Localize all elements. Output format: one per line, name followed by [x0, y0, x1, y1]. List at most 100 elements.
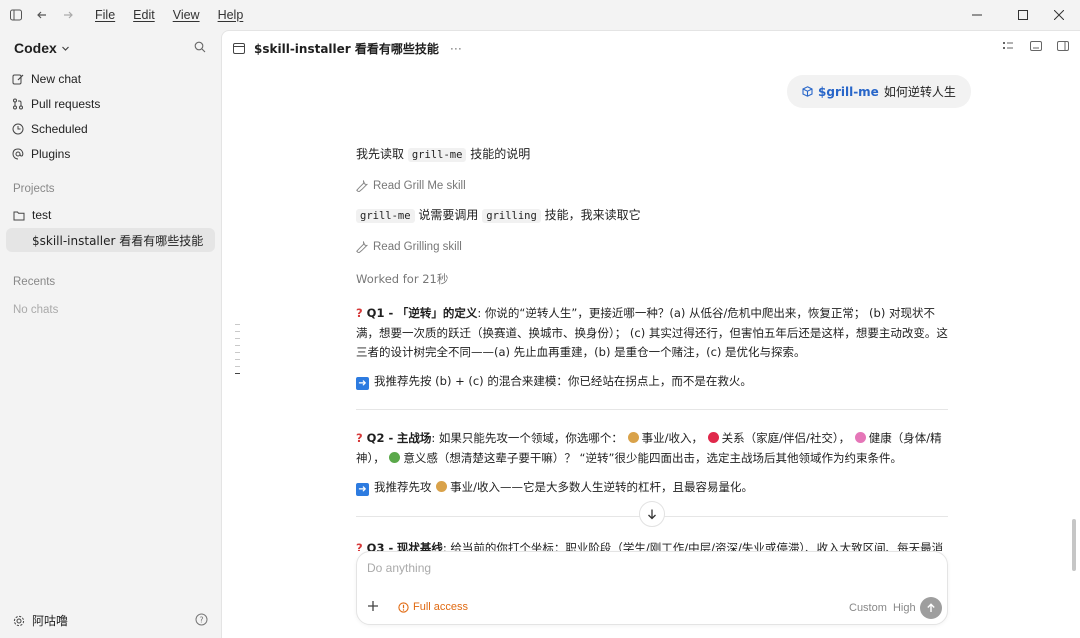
composer: Full access Custom High: [356, 551, 948, 625]
user-message-bubble: $grill-me 如何逆转人生: [787, 75, 971, 108]
recents-empty-text: No chats: [13, 304, 59, 316]
recommendation-text: 我推荐先按 (b) + (c) 的混合来建模：你已经站在拐点上，而不是在救火。: [374, 374, 752, 388]
list-view-icon[interactable]: [1002, 40, 1014, 55]
message-text: 我先读取: [356, 147, 405, 161]
message-text: 说需要调用: [418, 208, 479, 222]
plus-icon: [368, 601, 378, 611]
recommendation-text: 我推荐先攻: [374, 480, 432, 494]
chat-window-icon: [233, 42, 245, 54]
conversation-minimap[interactable]: [235, 324, 241, 380]
help-icon[interactable]: ?: [195, 613, 208, 629]
divider: [356, 409, 948, 410]
warning-circle-icon: [398, 601, 409, 613]
sidebar-item-label: Pull requests: [31, 97, 101, 111]
tool-call-read-grill-me[interactable]: Read Grill Me skill: [356, 180, 466, 192]
option-text: 关系（家庭/伴侣/社交），: [721, 431, 851, 445]
right-arrow-icon: ➜: [356, 377, 369, 390]
menu-edit[interactable]: Edit: [124, 8, 164, 22]
edit-icon: [12, 74, 24, 85]
message-text: 技能的说明: [470, 147, 531, 161]
search-icon[interactable]: [194, 41, 206, 56]
question-body: : 给当前的你打个坐标：职业阶段（学生/刚工作/中层/资深/失业或停滞）、收入大…: [442, 541, 944, 551]
folder-icon: [13, 211, 25, 220]
question-mark-icon: ?: [356, 306, 363, 320]
money-bag-icon: [436, 481, 448, 492]
right-arrow-icon: ➜: [356, 483, 369, 496]
tool-call-label: Read Grilling skill: [373, 241, 462, 253]
thread-header: $skill-installer 看看有哪些技能 ···: [222, 31, 1080, 65]
question-body: : 如果只能先攻一个领域，你选哪个：: [431, 431, 623, 445]
sidebar-item-label: New chat: [31, 72, 82, 86]
skill-cube-icon: [802, 86, 813, 97]
option-text: 意义感（想清楚这辈子要干嘛）？ “逆转”很少能四面出击，选定主战场后其他领域作为…: [403, 450, 902, 465]
project-thread-skill-installer[interactable]: $skill-installer 看看有哪些技能: [6, 228, 215, 252]
question-2: ? Q2 - 主战场: 如果只能先攻一个领域，你选哪个： 事业/收入， 关系（家庭…: [356, 429, 948, 468]
svg-text:?: ?: [199, 616, 203, 625]
menu-help[interactable]: Help: [209, 8, 253, 22]
assistant-message-2: grill-me 说需要调用 grilling 技能，我来读取它: [356, 205, 948, 226]
prompt-input[interactable]: [367, 561, 927, 575]
project-item-label: test: [32, 208, 52, 222]
sidebar-item-scheduled[interactable]: Scheduled: [12, 122, 88, 136]
message-text: 技能，我来读取它: [544, 208, 641, 222]
scroll-to-bottom-button[interactable]: [639, 501, 665, 527]
model-selector[interactable]: Custom High: [849, 602, 916, 614]
plugin-icon: [12, 148, 24, 160]
wrench-icon: [356, 241, 368, 253]
money-bag-icon: [627, 432, 639, 443]
tool-call-read-grilling[interactable]: Read Grilling skill: [356, 241, 462, 253]
access-level-label: Full access: [413, 601, 469, 613]
sidebar-toggle-icon[interactable]: [4, 3, 28, 27]
title-bar: File Edit View Help: [0, 0, 1080, 30]
recommendation-text: 事业/收入——它是大多数人生逆转的杠杆，且最容易量化。: [450, 480, 754, 494]
pull-request-icon: [13, 98, 23, 110]
question-title: 现状基线: [396, 541, 443, 551]
back-arrow-icon[interactable]: [30, 3, 54, 27]
app-name-dropdown[interactable]: Codex: [14, 40, 70, 56]
user-account[interactable]: 阿咕噜: [13, 612, 68, 629]
projects-section-label: Projects: [13, 183, 55, 195]
question-label: Q1 -: [366, 306, 394, 320]
option-text: 事业/收入，: [641, 431, 703, 445]
recommendation-2: ➜ 我推荐先攻 事业/收入——它是大多数人生逆转的杠杆，且最容易量化。: [356, 478, 948, 498]
sidebar-item-plugins[interactable]: Plugins: [12, 147, 70, 161]
terminal-panel-icon[interactable]: [1030, 40, 1042, 55]
question-1: ? Q1 - 「逆转」的定义: 你说的“逆转人生”，更接近哪一种？(a) 从低谷/…: [356, 304, 948, 363]
model-name: Custom: [849, 602, 887, 614]
app-name: Codex: [14, 40, 57, 56]
sidebar-item-pull-requests[interactable]: Pull requests: [12, 97, 100, 111]
question-title: 「逆转」的定义: [396, 306, 478, 320]
user-skill-tag[interactable]: $grill-me: [818, 85, 879, 99]
access-level-button[interactable]: Full access: [398, 601, 468, 613]
inline-code: grill-me: [356, 209, 415, 223]
thread-title: $skill-installer 看看有哪些技能: [254, 41, 439, 56]
side-panel-toggle-icon[interactable]: [1057, 40, 1069, 55]
menu-view[interactable]: View: [164, 8, 209, 22]
question-mark-icon: ?: [356, 541, 363, 551]
tool-call-label: Read Grill Me skill: [373, 180, 466, 192]
clock-icon: [12, 123, 24, 135]
close-window-button[interactable]: [1036, 0, 1080, 30]
forward-arrow-icon[interactable]: [56, 3, 80, 27]
send-button[interactable]: [920, 597, 942, 619]
minimize-button[interactable]: [954, 0, 1000, 30]
scrollbar-thumb[interactable]: [1072, 519, 1076, 571]
question-label: Q2 -: [366, 431, 394, 445]
arrow-up-icon: [927, 603, 935, 612]
assistant-message-1: 我先读取 grill-me 技能的说明: [356, 144, 948, 165]
add-attachment-button[interactable]: [367, 600, 379, 616]
inline-code: grill-me: [407, 148, 467, 162]
question-mark-icon: ?: [356, 431, 363, 445]
main-panel: $skill-installer 看看有哪些技能 ··· $grill-me 如…: [221, 30, 1080, 638]
sidebar-item-new-chat[interactable]: New chat: [12, 72, 81, 86]
project-item-test[interactable]: test: [6, 203, 215, 227]
worked-duration[interactable]: Worked for 21秒: [356, 271, 448, 287]
user-name: 阿咕噜: [32, 614, 69, 628]
seedling-icon: [389, 451, 401, 463]
more-options-button[interactable]: ···: [450, 41, 462, 55]
question-title: 主战场: [396, 431, 432, 445]
sidebar-item-label: Scheduled: [31, 122, 88, 136]
question-label: Q3 -: [366, 541, 394, 551]
menu-file[interactable]: File: [86, 8, 124, 22]
settings-gear-icon: [13, 615, 25, 626]
